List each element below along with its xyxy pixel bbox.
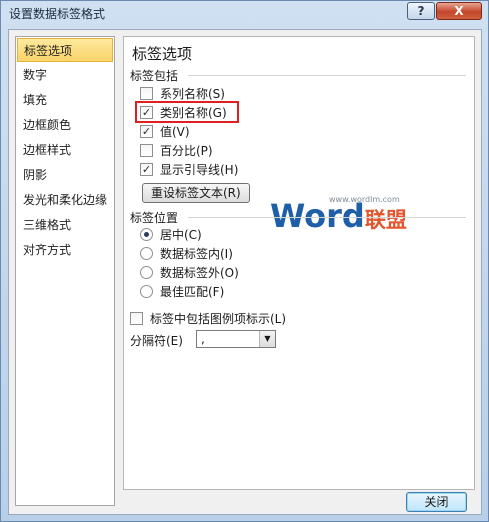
percentage-label: 百分比(P)	[160, 144, 213, 158]
watermark-logo: Word联盟	[270, 197, 407, 235]
window-title: 设置数据标签格式	[9, 7, 106, 21]
separator-label: 分隔符(E)	[130, 334, 183, 348]
nav-item-glow-soft-edges[interactable]: 发光和柔化边缘	[17, 188, 113, 212]
leader-lines-label: 显示引导线(H)	[160, 163, 239, 177]
close-icon: X	[454, 4, 464, 18]
title-bar[interactable]: 设置数据标签格式 ? X	[1, 1, 488, 25]
help-button[interactable]: ?	[407, 2, 435, 20]
separator-select[interactable]: , ▼	[196, 330, 276, 348]
dialog-client-area: 标签选项 数字 填充 边框颜色 边框样式 阴影 发光和柔化边缘 三维格式 对齐方…	[8, 29, 482, 515]
series-name-checkbox[interactable]	[140, 87, 153, 100]
percentage-checkbox[interactable]	[140, 144, 153, 157]
nav-item-border-style[interactable]: 边框样式	[17, 138, 113, 162]
group-divider	[188, 217, 466, 218]
label-contains-group-title: 标签包括	[130, 69, 179, 83]
chevron-down-icon[interactable]: ▼	[259, 331, 275, 347]
position-inside-end-label: 数据标签内(I)	[160, 247, 233, 261]
value-label: 值(V)	[160, 125, 190, 139]
nav-item-border-color[interactable]: 边框颜色	[17, 113, 113, 137]
label-options-panel: 标签选项 标签包括 系列名称(S) ✓ 类别名称(G) ✓ 值(V) 百分比(P…	[123, 36, 475, 490]
category-name-checkbox[interactable]: ✓	[140, 106, 153, 119]
dialog-window: 设置数据标签格式 ? X 标签选项 数字 填充 边框颜色 边框样式 阴影 发光和…	[0, 0, 489, 522]
nav-item-label-options[interactable]: 标签选项	[17, 38, 113, 62]
nav-item-alignment[interactable]: 对齐方式	[17, 238, 113, 262]
nav-item-fill[interactable]: 填充	[17, 88, 113, 112]
reset-label-text-button[interactable]: 重设标签文本(R)	[142, 183, 250, 203]
category-list: 标签选项 数字 填充 边框颜色 边框样式 阴影 发光和柔化边缘 三维格式 对齐方…	[15, 36, 115, 506]
legend-key-checkbox[interactable]	[130, 312, 143, 325]
watermark-brand-latin: Word	[270, 197, 365, 235]
legend-key-label: 标签中包括图例项标示(L)	[150, 312, 287, 326]
panel-heading: 标签选项	[132, 45, 193, 63]
help-icon: ?	[417, 4, 425, 18]
position-outside-end-radio[interactable]	[140, 266, 153, 279]
series-name-label: 系列名称(S)	[160, 87, 225, 101]
position-inside-end-radio[interactable]	[140, 247, 153, 260]
nav-item-3d-format[interactable]: 三维格式	[17, 213, 113, 237]
window-close-button[interactable]: X	[436, 2, 482, 20]
close-button[interactable]: 关闭	[406, 492, 467, 512]
label-position-group-title: 标签位置	[130, 211, 179, 225]
position-outside-end-label: 数据标签外(O)	[160, 266, 239, 280]
nav-item-shadow[interactable]: 阴影	[17, 163, 113, 187]
value-checkbox[interactable]: ✓	[140, 125, 153, 138]
leader-lines-checkbox[interactable]: ✓	[140, 163, 153, 176]
position-center-label: 居中(C)	[160, 228, 202, 242]
separator-value: ,	[201, 332, 205, 346]
position-center-radio[interactable]	[140, 228, 153, 241]
category-name-label: 类别名称(G)	[160, 106, 227, 120]
position-best-fit-radio[interactable]	[140, 285, 153, 298]
nav-item-number[interactable]: 数字	[17, 63, 113, 87]
watermark-brand-cn: 联盟	[364, 208, 407, 232]
position-best-fit-label: 最佳匹配(F)	[160, 285, 225, 299]
group-divider	[188, 75, 466, 76]
